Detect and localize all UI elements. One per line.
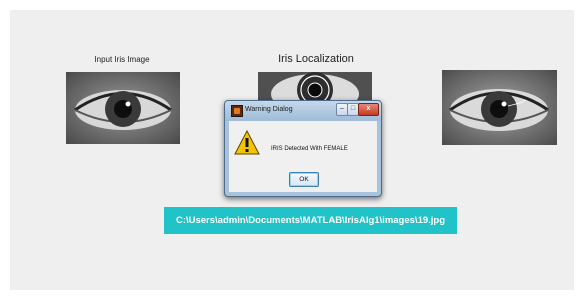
dialog-title: Warning Dialog (245, 106, 293, 113)
iris-localization-title: Iris Localization (278, 53, 354, 65)
input-iris-image (66, 72, 180, 144)
close-button[interactable]: x (358, 103, 379, 116)
result-iris-image (442, 70, 557, 145)
ok-button[interactable]: OK (289, 172, 319, 187)
dialog-message: IRIS Detected With FEMALE (271, 146, 348, 152)
dialog-body: IRIS Detected With FEMALE OK (229, 121, 377, 192)
warning-icon (234, 130, 260, 155)
input-iris-title: Input Iris Image (94, 55, 150, 64)
dialog-titlebar[interactable]: Warning Dialog – □ x (225, 101, 381, 121)
warning-dialog: Warning Dialog – □ x IRIS Detected With … (224, 100, 382, 197)
image-path-label: C:\Users\admin\Documents\MATLAB\IrisAlg1… (164, 207, 457, 234)
matlab-app-icon (231, 105, 243, 117)
